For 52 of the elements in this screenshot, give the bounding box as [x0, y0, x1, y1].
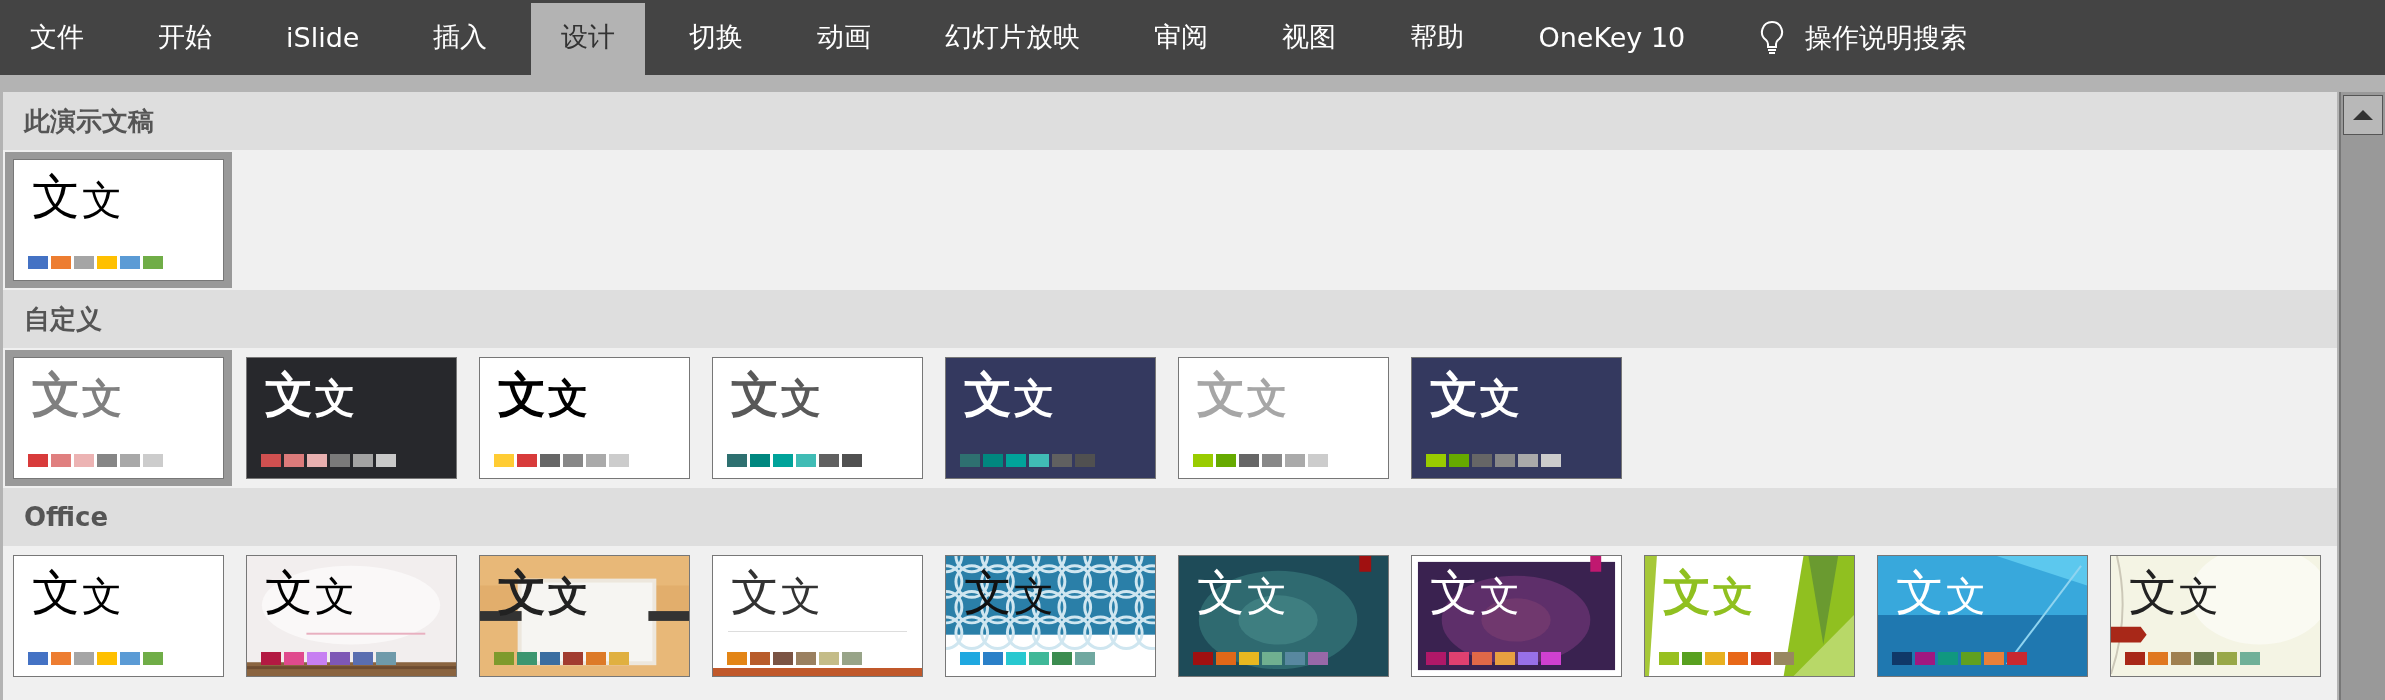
body-font-sample: 文	[82, 180, 122, 220]
body-font-sample: 文	[1247, 576, 1287, 616]
ribbon-tab[interactable]: 切换	[659, 3, 774, 75]
body-font-sample: 文	[82, 576, 122, 616]
ribbon-tab[interactable]: 设计	[531, 3, 646, 75]
ribbon-tab[interactable]: 视图	[1252, 3, 1367, 75]
heading-font-sample: 文	[1896, 568, 1944, 616]
heading-font-sample: 文	[731, 370, 779, 418]
ribbon-tab[interactable]: 动画	[787, 3, 902, 75]
heading-font-sample: 文	[498, 568, 546, 616]
heading-font-sample: 文	[1197, 568, 1245, 616]
heading-font-sample: 文	[2129, 568, 2177, 616]
ribbon-tab[interactable]: 插入	[403, 3, 518, 75]
section-header: 自定义	[3, 290, 2337, 348]
heading-font-sample: 文	[265, 370, 313, 418]
body-font-sample: 文	[315, 576, 355, 616]
body-font-sample: 文	[1247, 378, 1287, 418]
heading-font-sample: 文	[1197, 370, 1245, 418]
body-font-sample: 文	[548, 576, 588, 616]
heading-font-sample: 文	[1663, 568, 1711, 616]
heading-font-sample: 文	[498, 370, 546, 418]
ribbon-tab[interactable]: 帮助	[1380, 3, 1495, 75]
section-header: 此演示文稿	[3, 92, 2337, 150]
ribbon-tab[interactable]: 审阅	[1124, 3, 1239, 75]
body-font-sample: 文	[315, 378, 355, 418]
heading-font-sample: 文	[964, 370, 1012, 418]
heading-font-sample: 文	[1430, 370, 1478, 418]
body-font-sample: 文	[1014, 378, 1054, 418]
ribbon-tab[interactable]: 文件	[0, 3, 114, 75]
body-font-sample: 文	[82, 378, 122, 418]
body-font-sample: 文	[1480, 576, 1520, 616]
body-font-sample: 文	[1713, 576, 1753, 616]
body-font-sample: 文	[1946, 576, 1986, 616]
body-font-sample: 文	[2179, 576, 2219, 616]
body-font-sample: 文	[548, 378, 588, 418]
tell-me-search[interactable]: 操作说明搜索	[1799, 19, 1974, 56]
heading-font-sample: 文	[265, 568, 313, 616]
heading-font-sample: 文	[32, 568, 80, 616]
heading-font-sample: 文	[32, 172, 80, 220]
body-font-sample: 文	[781, 378, 821, 418]
ribbon-tab[interactable]: 幻灯片放映	[915, 3, 1111, 75]
ribbon-tab[interactable]: 开始	[128, 3, 242, 75]
theme-thumbnail[interactable]: 文文	[5, 350, 232, 486]
body-font-sample: 文	[1480, 378, 1520, 418]
theme-thumbnail[interactable]: 文文	[5, 152, 232, 288]
section-header: Office	[3, 488, 2337, 546]
heading-font-sample: 文	[731, 568, 779, 616]
body-font-sample: 文	[781, 576, 821, 616]
heading-font-sample: 文	[1430, 568, 1478, 616]
ribbon-tab[interactable]: iSlide	[256, 3, 390, 75]
ribbon-tab[interactable]: OneKey 10	[1508, 3, 1716, 75]
heading-font-sample: 文	[32, 370, 80, 418]
